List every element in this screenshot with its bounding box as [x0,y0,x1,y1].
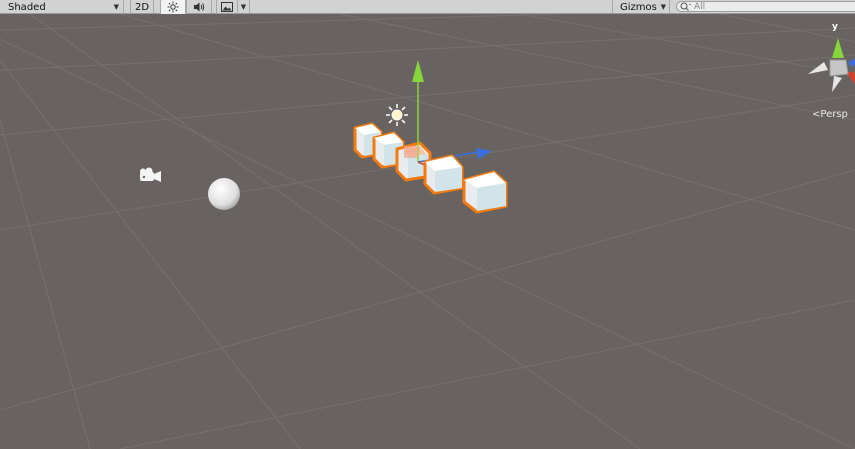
sun-icon [167,1,179,13]
gizmos-label: Gizmos [620,1,657,13]
y-axis-arrow[interactable] [412,60,424,82]
search-placeholder: All [694,1,706,12]
scene-lighting-toggle[interactable] [160,0,186,14]
image-icon [221,2,233,12]
gizmos-dropdown[interactable]: Gizmos ▼ [612,0,670,14]
scene-search-field[interactable]: All [676,1,855,12]
2d-toggle-button[interactable]: 2D [130,0,154,14]
scene-audio-toggle[interactable] [186,0,212,14]
projection-toggle[interactable]: <Persp [812,109,848,120]
draw-mode-dropdown[interactable]: Shaded ▼ [0,0,124,14]
chevron-down-icon: ▼ [240,3,247,11]
scene-orientation-gizmo[interactable] [808,38,855,92]
light-icon[interactable] [386,104,408,126]
axis-y-label: y [832,22,838,32]
chevron-down-icon: ▼ [660,3,666,11]
scene-viewport[interactable]: y <Persp [0,14,855,449]
z-axis-arrow[interactable] [476,148,492,159]
scene-grid [0,14,855,449]
scene-effects-toggle[interactable] [216,0,238,14]
draw-mode-label: Shaded [8,1,46,13]
chevron-down-icon: ▼ [113,3,119,11]
2d-label: 2D [134,1,150,13]
effects-dropdown-button[interactable]: ▼ [238,0,250,14]
projection-label: Persp [820,109,848,120]
cube-object[interactable] [462,170,508,214]
cube-object[interactable] [423,154,464,195]
xy-plane-handle[interactable] [404,146,418,158]
scene-toolbar: Shaded ▼ 2D ▼ Gizmos ▼ All [0,0,855,14]
scene-canvas[interactable] [0,14,855,449]
sphere-object[interactable] [208,178,240,210]
camera-icon[interactable] [140,167,161,183]
search-icon [680,2,691,11]
speaker-icon [194,2,205,12]
